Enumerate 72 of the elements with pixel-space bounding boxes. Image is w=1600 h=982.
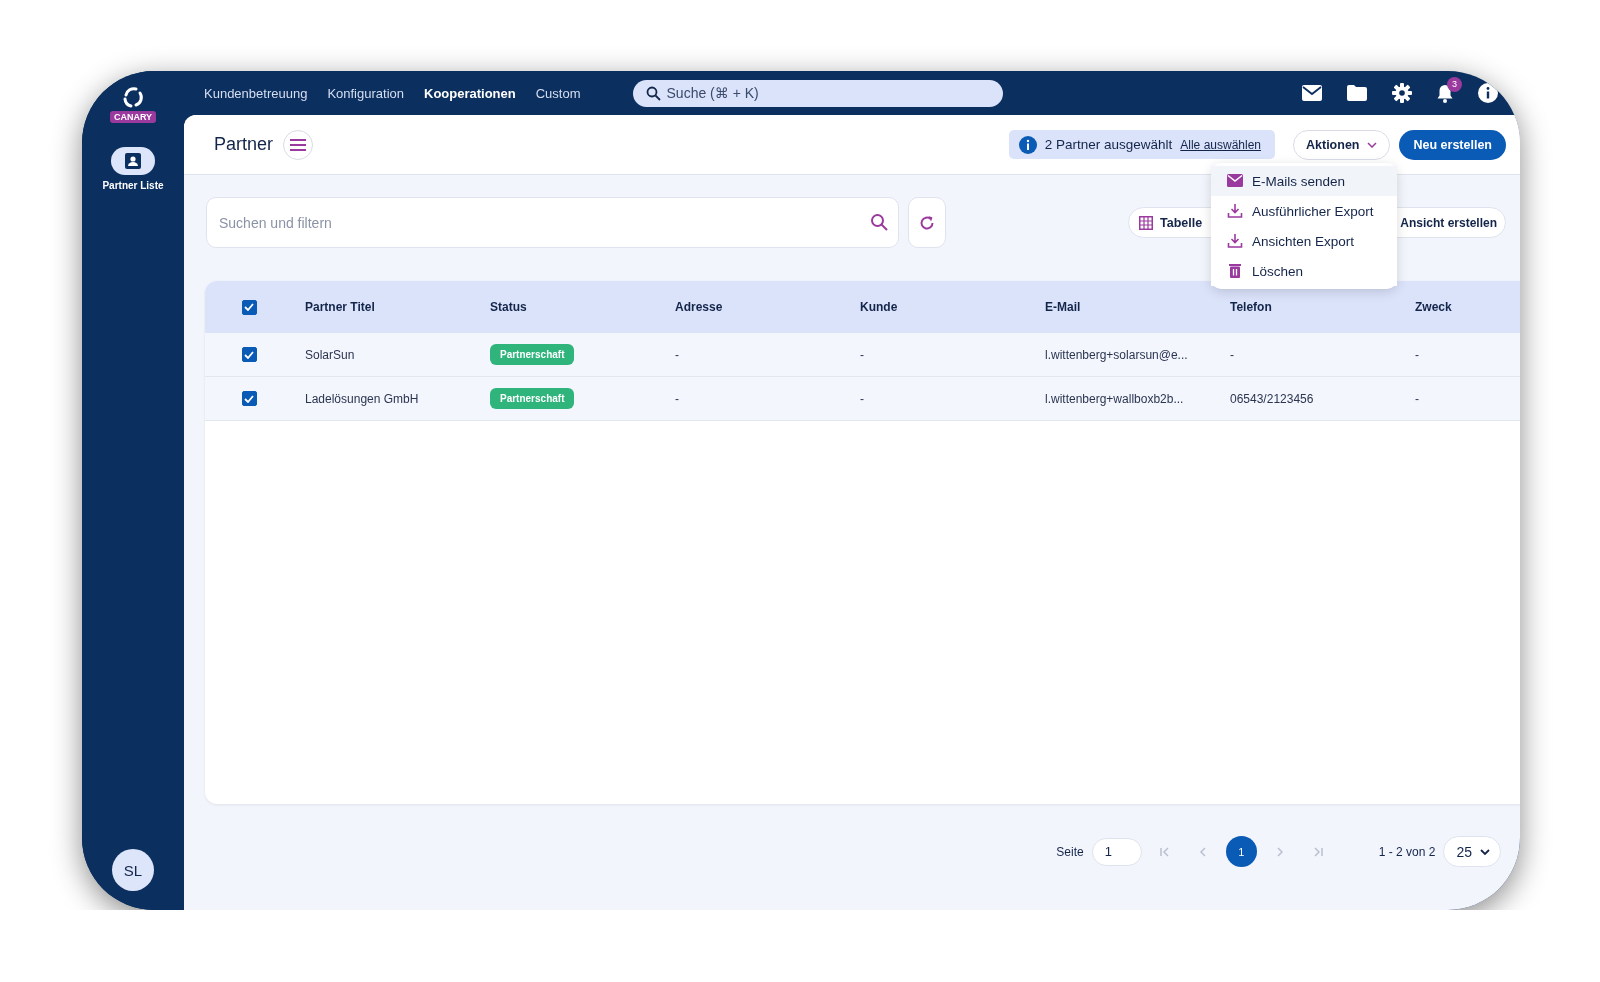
nav-tab[interactable]: Konfiguration (317, 85, 414, 101)
menu-button[interactable] (283, 129, 314, 160)
checkmark-icon (244, 394, 254, 403)
brand-label: CANARY (109, 111, 157, 123)
filter-search-field[interactable]: Suchen und filtern (206, 197, 899, 248)
column-header: Status (490, 300, 528, 314)
user-avatar[interactable]: SL (112, 849, 154, 891)
notification-badge: 3 (1447, 76, 1462, 92)
contact-card-icon (124, 152, 142, 170)
nav-tab[interactable]: Custom (525, 85, 591, 101)
chevron-down-icon (1480, 848, 1490, 855)
folder-icon[interactable] (1347, 85, 1367, 101)
table-cell-text: - (675, 391, 680, 406)
trash-icon (1227, 263, 1243, 279)
actions-dropdown-button[interactable]: Aktionen (1293, 129, 1391, 160)
column-header: Adresse (675, 300, 724, 314)
selection-text: 2 Partner ausgewählt (1044, 137, 1173, 152)
table-cell-text: l.wittenberg+solarsun@e... (1045, 347, 1189, 362)
checkmark-icon (244, 303, 254, 311)
nav-tab[interactable]: Kooperationen (414, 85, 526, 101)
create-button[interactable]: Neu erstellen (1399, 129, 1506, 160)
download-icon (1227, 233, 1243, 249)
table-icon (1139, 215, 1153, 230)
menu-item[interactable]: E-Mails senden (1211, 166, 1397, 196)
envelope-icon (1227, 173, 1243, 189)
global-search-field[interactable]: Suche (⌘ + K) (632, 79, 1003, 107)
chevron-down-icon (1367, 141, 1378, 148)
page-title: Partner (214, 134, 274, 155)
menu-item[interactable]: Ansichten Export (1211, 226, 1397, 256)
table-cell-text: - (1230, 347, 1235, 362)
notification-bell-icon[interactable] (1437, 83, 1453, 103)
table-cell-text: - (860, 391, 865, 406)
page-button[interactable]: 1 (1225, 836, 1257, 867)
checkbox[interactable] (241, 347, 257, 362)
page-range: 1 - 2 von 2 (1378, 844, 1436, 859)
checkbox[interactable] (241, 391, 257, 406)
table-cell-text: - (860, 347, 865, 362)
logo-icon (121, 85, 145, 109)
status-tag: Partnerschaft (490, 344, 575, 365)
column-header: Zweck (1415, 300, 1453, 314)
table-cell-text: SolarSun (305, 347, 356, 362)
info-icon (1018, 135, 1037, 154)
status-tag: Partnerschaft (490, 388, 575, 409)
page-label: Seite (1056, 844, 1084, 859)
page-size-select[interactable]: 25 (1443, 836, 1501, 867)
column-header: E-Mail (1045, 300, 1082, 314)
menu-item[interactable]: Löschen (1211, 256, 1397, 286)
info-icon[interactable] (1478, 83, 1498, 103)
table-cell-text: l.wittenberg+wallboxb2b... (1045, 391, 1185, 406)
refresh-button[interactable] (908, 197, 946, 248)
menu-icon (290, 138, 307, 151)
column-header: Telefon (1230, 300, 1273, 314)
table-cell-text: - (1415, 391, 1420, 406)
page-input[interactable]: 1 (1091, 837, 1142, 866)
table-cell-text: - (675, 347, 680, 362)
sidebar-item[interactable]: Partner Liste (102, 147, 164, 191)
search-icon (645, 85, 661, 101)
column-header: Partner Titel (305, 300, 376, 314)
table-cell-text: 06543/2123456 (1230, 391, 1315, 406)
menu-item[interactable]: Ausführlicher Export (1211, 196, 1397, 226)
settings-icon[interactable] (1392, 83, 1412, 103)
mail-icon[interactable] (1302, 85, 1322, 101)
checkmark-icon (244, 350, 254, 359)
download-icon (1227, 203, 1243, 219)
table-cell-text: Ladelösungen GmbH (305, 391, 420, 406)
refresh-icon (919, 214, 935, 231)
checkbox[interactable] (241, 299, 257, 315)
search-icon (870, 213, 888, 231)
select-all-link[interactable]: Alle auswählen (1180, 137, 1261, 152)
table-cell-text: - (1415, 347, 1420, 362)
nav-tab[interactable]: Kundenbetreuung (194, 85, 318, 101)
column-header: Kunde (860, 300, 899, 314)
